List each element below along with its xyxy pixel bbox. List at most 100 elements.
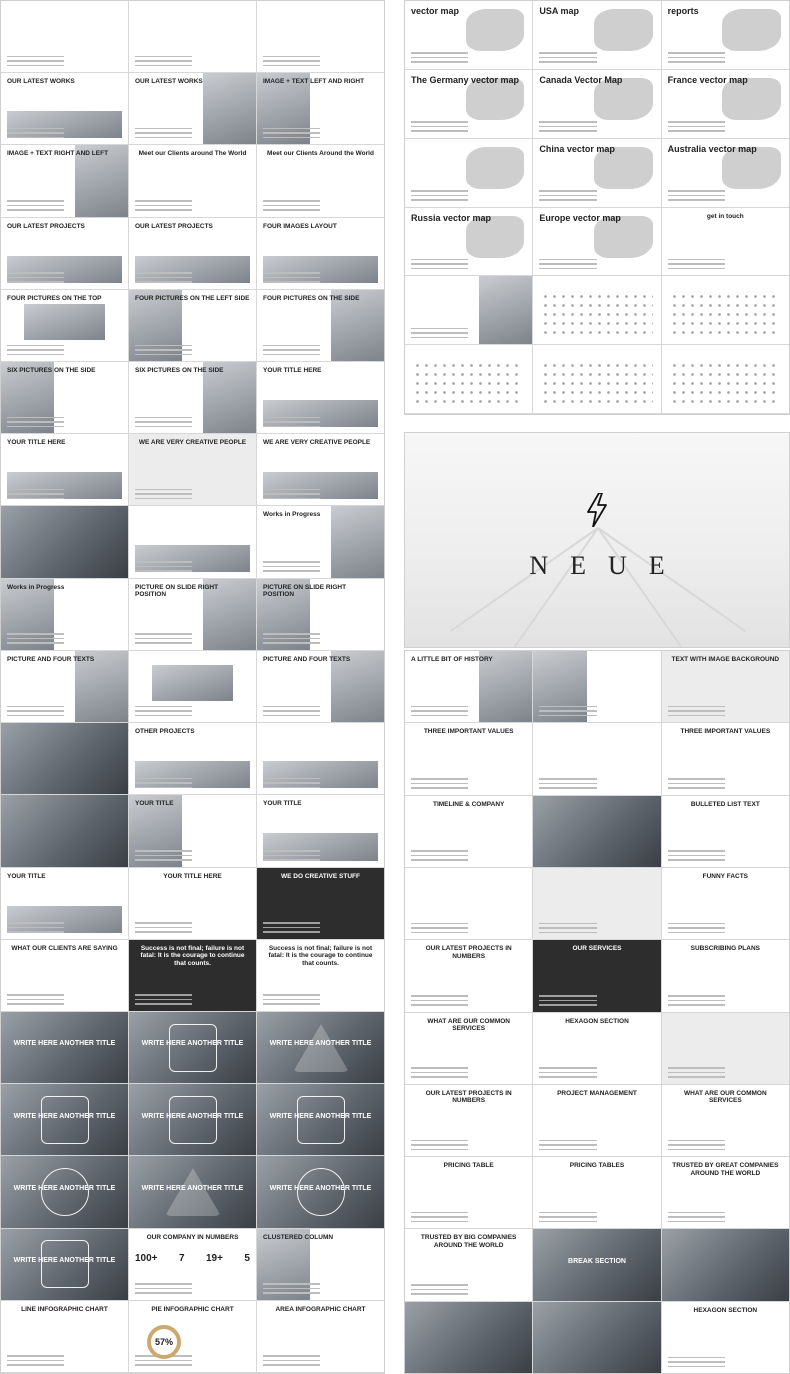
slide-thumbnail[interactable]: AREA INFOGRAPHIC CHART xyxy=(257,1300,384,1372)
slide-thumbnail[interactable]: Europe vector map xyxy=(533,207,661,276)
slide-thumbnail[interactable] xyxy=(661,276,789,345)
slide-thumbnail[interactable] xyxy=(129,650,256,723)
slide-thumbnail[interactable] xyxy=(129,506,256,578)
slide-thumbnail[interactable] xyxy=(257,723,384,795)
slide-thumbnail[interactable]: HEXAGON SECTION xyxy=(661,1301,789,1373)
slide-thumbnail[interactable]: OUR LATEST WORKS xyxy=(129,73,256,145)
slide-thumbnail[interactable]: WRITE HERE ANOTHER TITLE xyxy=(1,1156,128,1228)
slide-thumbnail[interactable]: PIE INFOGRAPHIC CHART 57% xyxy=(129,1300,256,1372)
slide-thumbnail[interactable]: WE DO CREATIVE STUFF xyxy=(257,867,384,939)
slide-thumbnail[interactable]: Australia vector map xyxy=(661,138,789,207)
slide-thumbnail[interactable]: OUR LATEST PROJECTS xyxy=(129,217,256,289)
slide-thumbnail[interactable]: IMAGE + TEXT RIGHT AND LEFT xyxy=(1,145,128,217)
slide-thumbnail[interactable]: PICTURE ON SLIDE RIGHT POSITION xyxy=(129,578,256,650)
slide-thumbnail[interactable]: Works in Progress xyxy=(257,506,384,578)
slide-thumbnail[interactable] xyxy=(405,138,533,207)
slide-thumbnail[interactable] xyxy=(1,1,128,73)
slide-thumbnail[interactable]: Canada Vector Map xyxy=(533,69,661,138)
slide-thumbnail[interactable]: SUBSCRIBING PLANS xyxy=(661,940,789,1012)
slide-thumbnail[interactable]: OTHER PROJECTS xyxy=(129,723,256,795)
slide-thumbnail[interactable] xyxy=(1,795,128,867)
slide-thumbnail[interactable]: WHAT OUR CLIENTS ARE SAYING xyxy=(1,939,128,1011)
slide-thumbnail[interactable] xyxy=(129,1,256,73)
slide-thumbnail[interactable]: CLUSTERED COLUMN xyxy=(257,1228,384,1300)
slide-thumbnail[interactable]: WRITE HERE ANOTHER TITLE xyxy=(1,1011,128,1084)
slide-thumbnail[interactable]: WE ARE VERY CREATIVE PEOPLE xyxy=(129,434,256,506)
slide-thumbnail[interactable] xyxy=(661,1012,789,1084)
slide-thumbnail[interactable]: HEXAGON SECTION xyxy=(533,1012,661,1084)
slide-thumbnail[interactable]: SIX PICTURES ON THE SIDE xyxy=(129,362,256,434)
slide-thumbnail[interactable] xyxy=(533,651,661,723)
slide-thumbnail[interactable]: IMAGE + TEXT LEFT AND RIGHT xyxy=(257,73,384,145)
slide-thumbnail[interactable]: Success is not final; failure is not fat… xyxy=(257,939,384,1011)
slide-thumbnail[interactable]: get in touch xyxy=(661,207,789,276)
slide-thumbnail[interactable]: PICTURE AND FOUR TEXTS xyxy=(257,650,384,723)
slide-thumbnail[interactable]: FOUR IMAGES LAYOUT xyxy=(257,217,384,289)
slide-thumbnail[interactable] xyxy=(405,276,533,345)
slide-thumbnail[interactable]: LINE INFOGRAPHIC CHART xyxy=(1,1300,128,1372)
slide-thumbnail[interactable]: BULLETED LIST TEXT xyxy=(661,795,789,867)
slide-thumbnail[interactable]: USA map xyxy=(533,1,661,69)
slide-thumbnail[interactable]: OUR LATEST PROJECTS xyxy=(1,217,128,289)
slide-thumbnail[interactable]: YOUR TITLE HERE xyxy=(1,434,128,506)
slide-thumbnail[interactable]: YOUR TITLE HERE xyxy=(257,362,384,434)
slide-thumbnail[interactable]: OUR COMPANY IN NUMBERS 100+ 7 19+ 5 xyxy=(129,1228,256,1300)
slide-thumbnail[interactable]: WRITE HERE ANOTHER TITLE xyxy=(257,1084,384,1156)
slide-thumbnail[interactable]: WRITE HERE ANOTHER TITLE xyxy=(257,1011,384,1084)
slide-thumbnail[interactable]: TRUSTED BY GREAT COMPANIES AROUND THE WO… xyxy=(661,1157,789,1229)
slide-thumbnail[interactable] xyxy=(661,1229,789,1301)
slide-thumbnail[interactable]: SIX PICTURES ON THE SIDE xyxy=(1,362,128,434)
slide-thumbnail[interactable] xyxy=(533,867,661,940)
slide-thumbnail[interactable]: PICTURE ON SLIDE RIGHT POSITION xyxy=(257,578,384,650)
slide-thumbnail[interactable]: The Germany vector map xyxy=(405,69,533,138)
slide-thumbnail[interactable]: reports xyxy=(661,1,789,69)
slide-thumbnail[interactable] xyxy=(533,276,661,345)
slide-thumbnail[interactable]: TEXT WITH IMAGE BACKGROUND xyxy=(661,651,789,723)
slide-thumbnail[interactable]: A LITTLE BIT OF HISTORY xyxy=(405,651,533,723)
slide-thumbnail[interactable]: FOUR PICTURES ON THE LEFT SIDE xyxy=(129,289,256,362)
slide-thumbnail[interactable]: WE ARE VERY CREATIVE PEOPLE xyxy=(257,434,384,506)
slide-thumbnail[interactable]: TRUSTED BY BIG COMPANIES AROUND THE WORL… xyxy=(405,1229,533,1301)
slide-thumbnail[interactable]: Works in Progress xyxy=(1,578,128,650)
slide-thumbnail[interactable]: FOUR PICTURES ON THE TOP xyxy=(1,289,128,362)
slide-thumbnail[interactable] xyxy=(661,345,789,413)
slide-thumbnail[interactable]: Meet our Clients Around the World xyxy=(257,145,384,217)
slide-thumbnail[interactable] xyxy=(405,867,533,940)
slide-thumbnail[interactable]: FUNNY FACTS xyxy=(661,867,789,940)
slide-thumbnail[interactable]: OUR LATEST PROJECTS IN NUMBERS xyxy=(405,1084,533,1157)
slide-thumbnail[interactable]: TIMELINE & COMPANY xyxy=(405,795,533,867)
slide-thumbnail[interactable]: WHAT ARE OUR COMMON SERVICES xyxy=(661,1084,789,1157)
slide-thumbnail[interactable]: YOUR TITLE HERE xyxy=(129,867,256,939)
slide-thumbnail[interactable]: China vector map xyxy=(533,138,661,207)
slide-thumbnail[interactable]: FOUR PICTURES ON THE SIDE xyxy=(257,289,384,362)
slide-thumbnail[interactable]: THREE IMPORTANT VALUES xyxy=(405,723,533,795)
slide-thumbnail[interactable] xyxy=(257,1,384,73)
slide-thumbnail[interactable]: WRITE HERE ANOTHER TITLE xyxy=(129,1156,256,1228)
slide-thumbnail[interactable]: Russia vector map xyxy=(405,207,533,276)
slide-thumbnail[interactable] xyxy=(533,345,661,413)
slide-thumbnail[interactable] xyxy=(1,506,128,578)
slide-thumbnail[interactable]: WRITE HERE ANOTHER TITLE xyxy=(257,1156,384,1228)
slide-thumbnail[interactable] xyxy=(405,1301,533,1373)
slide-thumbnail[interactable]: OUR LATEST WORKS xyxy=(1,73,128,145)
slide-thumbnail[interactable]: France vector map xyxy=(661,69,789,138)
slide-thumbnail[interactable] xyxy=(533,723,661,795)
slide-thumbnail[interactable]: OUR SERVICES xyxy=(533,940,661,1012)
slide-thumbnail[interactable]: PRICING TABLES xyxy=(533,1157,661,1229)
slide-thumbnail[interactable]: WRITE HERE ANOTHER TITLE xyxy=(1,1228,128,1300)
slide-thumbnail[interactable]: Meet our Clients around The World xyxy=(129,145,256,217)
slide-thumbnail[interactable]: BREAK SECTION xyxy=(533,1229,661,1301)
slide-thumbnail[interactable]: THREE IMPORTANT VALUES xyxy=(661,723,789,795)
slide-thumbnail[interactable]: YOUR TITLE xyxy=(129,795,256,867)
slide-thumbnail[interactable] xyxy=(533,795,661,867)
slide-thumbnail[interactable]: WHAT ARE OUR COMMON SERVICES xyxy=(405,1012,533,1084)
slide-thumbnail[interactable]: vector map xyxy=(405,1,533,69)
slide-thumbnail[interactable]: PROJECT MANAGEMENT xyxy=(533,1084,661,1157)
slide-thumbnail[interactable] xyxy=(533,1301,661,1373)
slide-thumbnail[interactable] xyxy=(1,723,128,795)
slide-thumbnail[interactable]: YOUR TITLE xyxy=(257,795,384,867)
slide-thumbnail[interactable] xyxy=(405,345,533,413)
slide-thumbnail[interactable]: PICTURE AND FOUR TEXTS xyxy=(1,650,128,723)
slide-thumbnail[interactable]: OUR LATEST PROJECTS IN NUMBERS xyxy=(405,940,533,1012)
slide-thumbnail[interactable]: WRITE HERE ANOTHER TITLE xyxy=(1,1084,128,1156)
